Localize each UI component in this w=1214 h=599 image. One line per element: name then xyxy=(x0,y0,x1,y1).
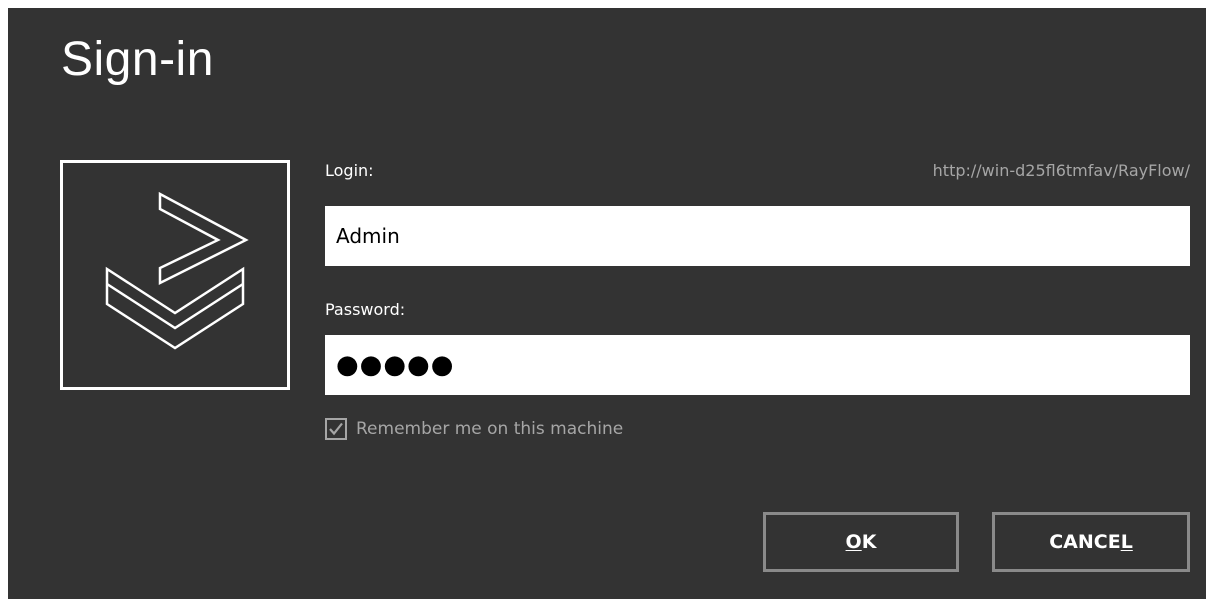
dialog-title: Sign-in xyxy=(61,33,214,86)
ok-mnemonic: O xyxy=(845,531,862,553)
logo-graphic xyxy=(105,191,249,350)
server-url: http://win-d25fl6tmfav/RayFlow/ xyxy=(932,161,1190,180)
login-input[interactable] xyxy=(325,206,1190,266)
ok-label-rest: K xyxy=(861,531,877,553)
cancel-label-prefix: CANCE xyxy=(1049,531,1121,553)
login-label: Login: xyxy=(325,161,374,180)
ok-button[interactable]: OK xyxy=(763,512,959,572)
sign-in-dialog: Sign-in Login: http://win-d25fl6tmfav/Ra… xyxy=(8,8,1206,599)
rayflow-logo-icon xyxy=(60,160,290,390)
remember-me-checkbox[interactable]: Remember me on this machine xyxy=(325,418,623,440)
remember-me-label: Remember me on this machine xyxy=(356,419,624,439)
checkmark-icon xyxy=(329,422,343,436)
checkbox-box[interactable] xyxy=(325,418,347,440)
cancel-button[interactable]: CANCE L xyxy=(992,512,1190,572)
password-label: Password: xyxy=(325,300,406,319)
cancel-mnemonic: L xyxy=(1120,531,1133,553)
password-input[interactable] xyxy=(325,335,1190,395)
